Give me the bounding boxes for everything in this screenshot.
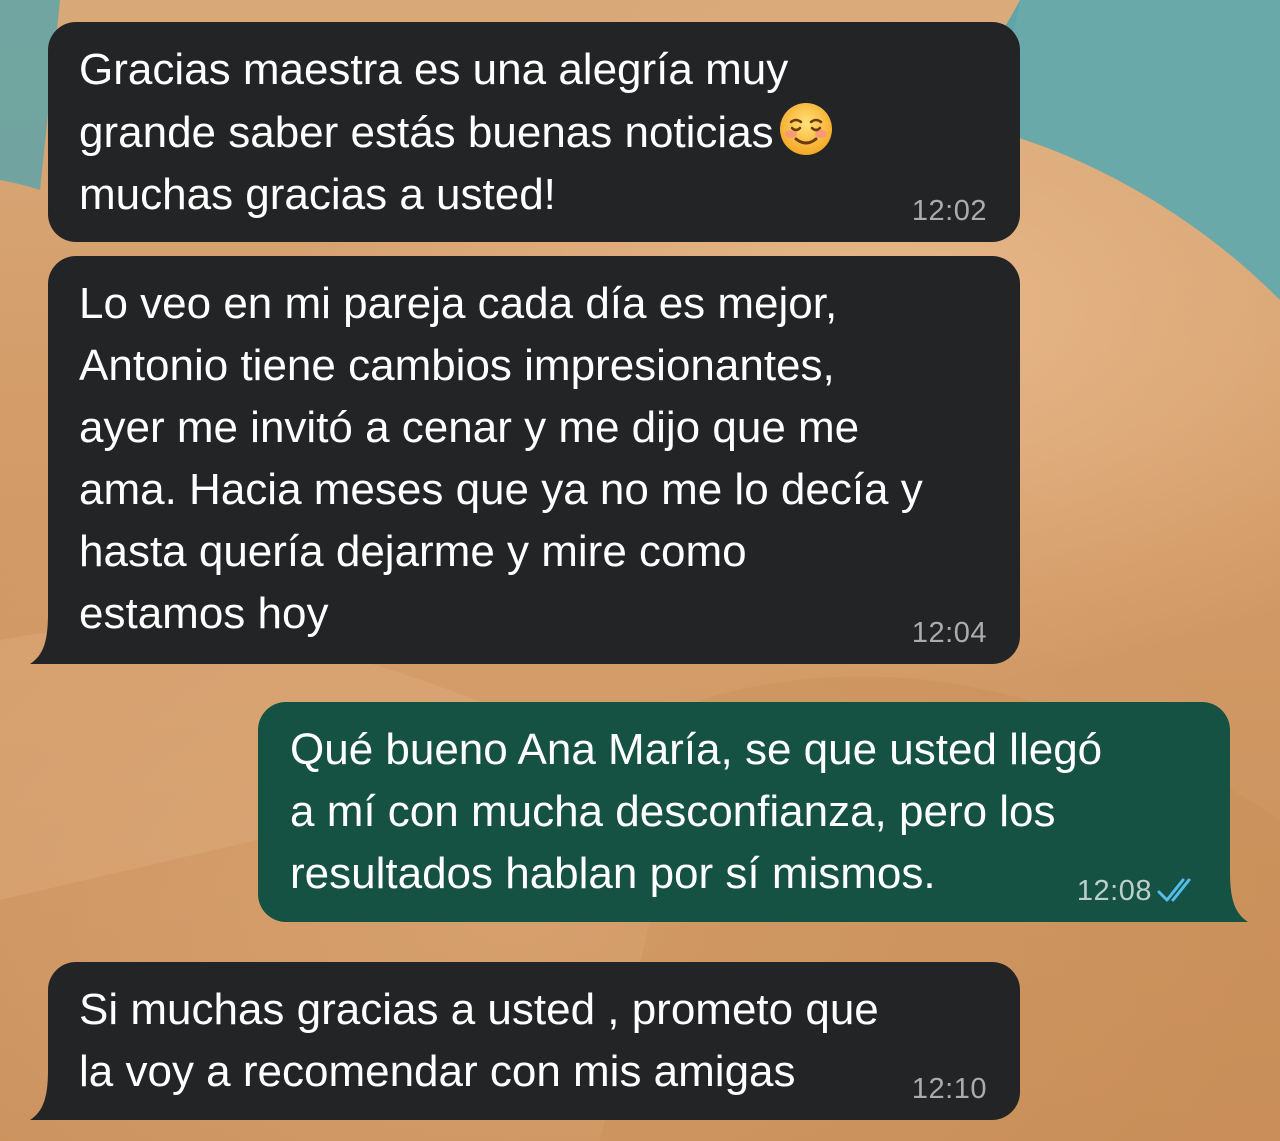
message-timestamp: 12:08 xyxy=(1076,875,1152,907)
bubble-tail-incoming xyxy=(30,614,68,664)
bubble-tail-outgoing xyxy=(1210,872,1248,922)
message-bubble-incoming[interactable]: Gracias maestra es una alegría muy grand… xyxy=(48,22,1020,242)
message-text: Si muchas gracias a usted , prometo que … xyxy=(79,985,879,1096)
message-timestamp: 12:02 xyxy=(911,195,987,227)
message-text: Lo veo en mi pareja cada día es mejor, A… xyxy=(79,279,923,638)
message-bubble-incoming[interactable]: Lo veo en mi pareja cada día es mejor, A… xyxy=(48,256,1020,664)
message-bubble-incoming[interactable]: Si muchas gracias a usted , prometo que … xyxy=(48,962,1020,1120)
message-text: Qué bueno Ana María, se que usted llegó … xyxy=(290,725,1103,898)
message-bubble-outgoing[interactable]: Qué bueno Ana María, se que usted llegó … xyxy=(258,702,1230,922)
relieved-smiling-face-emoji-icon xyxy=(778,101,834,157)
message-timestamp: 12:10 xyxy=(911,1073,987,1105)
message-text: Gracias maestra es una alegría muy grand… xyxy=(79,39,834,226)
bubble-tail-incoming xyxy=(30,1070,68,1120)
message-timestamp: 12:04 xyxy=(911,617,987,649)
